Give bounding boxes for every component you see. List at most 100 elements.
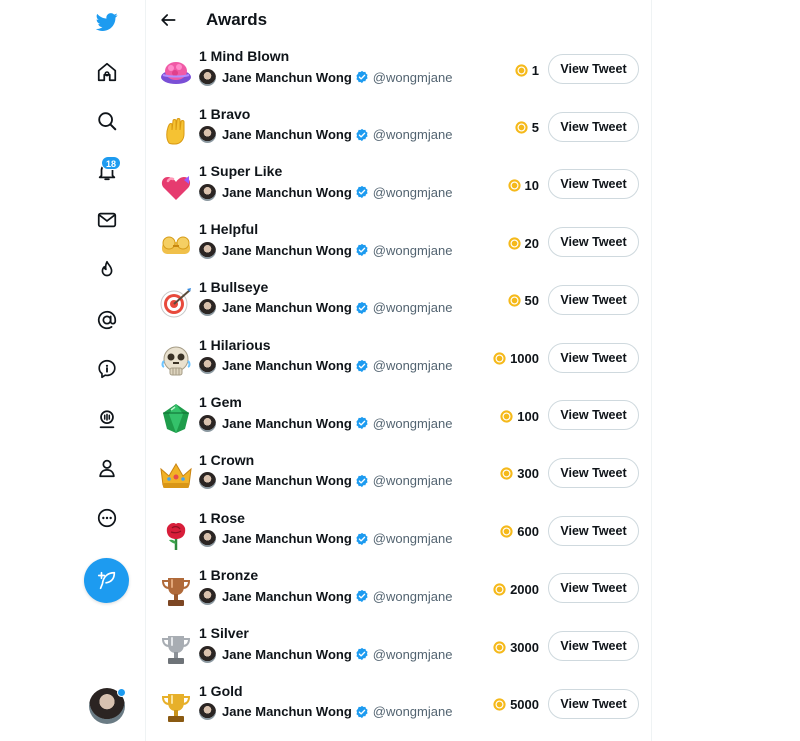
user-handle[interactable]: @wongmjane [373,358,453,373]
user-display-name[interactable]: Jane Manchun Wong [222,704,352,719]
user-handle[interactable]: @wongmjane [373,70,453,85]
award-giver[interactable]: Jane Manchun Wong @wongmjane [199,241,452,259]
twitter-logo-icon[interactable] [87,2,127,42]
award-giver[interactable]: Jane Manchun Wong @wongmjane [199,299,452,317]
award-row: 1 Gem Jane Manchun Wong @wongmjane 100 View … [146,392,651,450]
user-handle[interactable]: @wongmjane [373,300,453,315]
topics-icon[interactable] [87,250,127,290]
user-handle[interactable]: @wongmjane [373,531,453,546]
avatar[interactable] [199,68,216,86]
user-handle[interactable]: @wongmjane [373,416,453,431]
award-giver[interactable]: Jane Manchun Wong @wongmjane [199,703,452,721]
view-tweet-button[interactable]: View Tweet [548,400,639,431]
avatar[interactable] [199,299,216,317]
award-giver[interactable]: Jane Manchun Wong @wongmjane [199,472,452,490]
view-tweet-button[interactable]: View Tweet [548,169,639,200]
coin-amount: 3000 [493,638,539,656]
user-handle[interactable]: @wongmjane [373,243,453,258]
communities-icon[interactable] [87,399,127,439]
award-giver[interactable]: Jane Manchun Wong @wongmjane [199,357,452,375]
coin-icon [500,467,513,480]
coin-icon [515,63,528,77]
verified-badge-icon [356,128,368,141]
award-giver[interactable]: Jane Manchun Wong @wongmjane [199,414,452,432]
user-display-name[interactable]: Jane Manchun Wong [222,531,352,546]
avatar[interactable] [199,414,216,432]
verified-badge-icon [356,301,368,314]
award-row: 1 Super Like Jane Manchun Wong @wongmjane 1… [146,161,651,219]
view-tweet-button[interactable]: View Tweet [548,227,639,258]
coin-value: 2000 [510,581,539,597]
coin-icon [493,698,506,711]
user-handle[interactable]: @wongmjane [373,704,453,719]
user-handle[interactable]: @wongmjane [373,647,453,662]
compose-tweet-button[interactable] [84,558,129,603]
avatar[interactable] [199,645,216,663]
page-title: Awards [206,10,268,29]
spaces-icon[interactable] [87,349,127,389]
award-giver[interactable]: Jane Manchun Wong @wongmjane [199,530,452,548]
coin-value: 1000 [510,351,539,366]
user-display-name[interactable]: Jane Manchun Wong [222,647,352,662]
award-giver[interactable]: Jane Manchun Wong @wongmjane [199,587,452,605]
coin-value: 300 [517,466,539,482]
award-giver[interactable]: Jane Manchun Wong @wongmjane [199,645,452,663]
more-icon[interactable] [87,498,127,538]
coin-icon [500,410,513,423]
user-display-name[interactable]: Jane Manchun Wong [222,185,352,200]
coin-icon [500,525,513,538]
explore-icon[interactable] [87,101,127,141]
page-header: Awards [146,0,651,42]
award-giver[interactable]: Jane Manchun Wong @wongmjane [199,126,452,144]
gold-trophy-icon [161,693,191,722]
user-handle[interactable]: @wongmjane [373,473,453,488]
coin-amount: 20 [507,234,539,252]
coin-icon [515,121,528,134]
coin-icon [493,352,506,365]
award-row: 1 Helpful Jane Manchun Wong @wongmjane 20 Vi… [146,219,651,277]
avatar[interactable] [199,241,216,259]
view-tweet-button[interactable]: View Tweet [548,54,639,84]
user-display-name[interactable]: Jane Manchun Wong [222,358,352,373]
arrow-left-icon[interactable] [158,10,178,30]
view-tweet-button[interactable]: View Tweet [548,111,639,142]
view-tweet-button[interactable]: View Tweet [548,688,639,719]
user-display-name[interactable]: Jane Manchun Wong [222,70,352,85]
home-icon[interactable] [87,52,127,92]
avatar[interactable] [199,357,216,374]
award-giver[interactable]: Jane Manchun Wong @wongmjane [199,183,452,201]
view-tweet-button[interactable]: View Tweet [548,515,639,546]
avatar[interactable] [199,703,216,721]
bullseye-icon [160,287,191,318]
avatar[interactable] [199,126,216,144]
avatar[interactable] [199,587,216,605]
award-giver[interactable]: Jane Manchun Wong @wongmjane [199,68,452,86]
user-display-name[interactable]: Jane Manchun Wong [222,589,352,604]
user-display-name[interactable]: Jane Manchun Wong [222,300,352,315]
award-row: 1 Silver Jane Manchun Wong @wongmjane 3000 V… [146,623,651,681]
coin-amount: 5 [515,119,539,137]
avatar[interactable] [199,530,216,548]
avatar[interactable] [199,183,216,201]
user-handle[interactable]: @wongmjane [373,127,453,142]
user-display-name[interactable]: Jane Manchun Wong [222,127,352,142]
mentions-icon[interactable] [87,300,127,340]
view-tweet-button[interactable]: View Tweet [548,342,639,373]
coin-icon [493,640,506,654]
view-tweet-button[interactable]: View Tweet [548,457,639,488]
user-display-name[interactable]: Jane Manchun Wong [222,416,352,431]
coin-value: 600 [517,524,539,540]
verified-badge-icon [356,70,368,84]
view-tweet-button[interactable]: View Tweet [548,573,639,604]
user-handle[interactable]: @wongmjane [373,589,453,604]
award-name: 1 Bullseye [199,278,269,295]
avatar[interactable] [199,472,216,490]
messages-icon[interactable] [87,200,127,240]
view-tweet-button[interactable]: View Tweet [548,284,639,315]
user-handle[interactable]: @wongmjane [373,185,453,200]
profile-icon[interactable] [87,448,127,488]
view-tweet-button[interactable]: View Tweet [548,631,639,661]
user-display-name[interactable]: Jane Manchun Wong [222,473,352,488]
user-display-name[interactable]: Jane Manchun Wong [222,243,352,258]
coin-icon [507,237,521,250]
